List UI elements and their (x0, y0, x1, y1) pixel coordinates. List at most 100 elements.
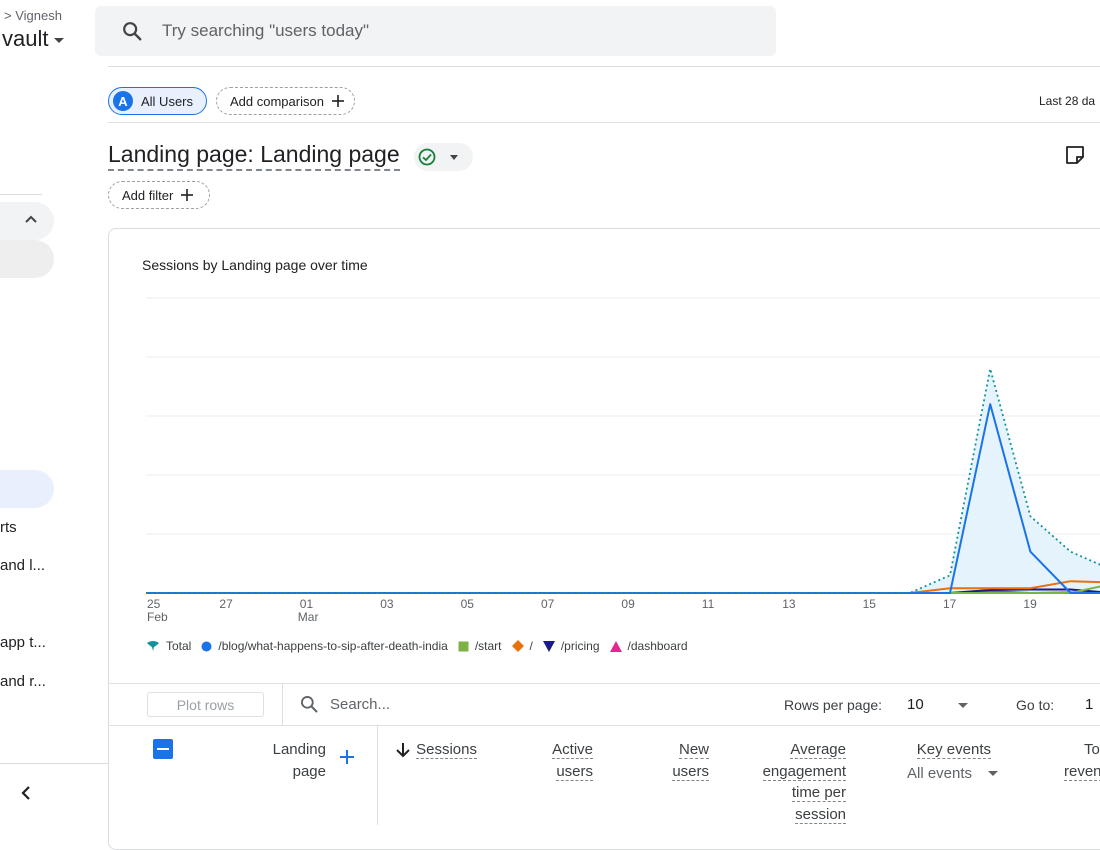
legend-total-marker-icon (147, 641, 159, 651)
sidebar-item-1[interactable]: and l... (0, 557, 45, 574)
nav-divider (0, 763, 108, 764)
add-comparison-label: Add comparison (230, 93, 324, 109)
table-search-placeholder: Search... (330, 695, 391, 713)
goto-page-input[interactable]: 1 (1085, 696, 1093, 713)
column-header-sessions[interactable]: Sessions (416, 739, 477, 761)
nav-collapse-item[interactable] (0, 202, 54, 240)
sidebar-item-0[interactable]: rts (0, 519, 17, 536)
segment-avatar: A (113, 91, 133, 111)
legend-item-pricing[interactable]: /pricing (542, 639, 600, 653)
legend-item-dashboard[interactable]: /dashboard (609, 639, 688, 653)
key-events-filter[interactable]: All events (907, 765, 972, 782)
nav-divider (0, 194, 42, 195)
column-header-key-events[interactable]: Key events (916, 739, 991, 761)
plot-rows-button[interactable]: Plot rows (147, 692, 264, 717)
plus-icon (181, 189, 194, 201)
header-line: session (795, 805, 846, 824)
column-header-new-users[interactable]: New users (672, 739, 709, 782)
column-header-landing-page[interactable]: Landing page (273, 739, 326, 782)
x-tick-label: 17 (943, 597, 957, 611)
header-line: page (292, 762, 326, 780)
x-tick-label: 25 (147, 597, 161, 611)
column-header-total-revenue[interactable]: To reven (1064, 739, 1100, 782)
note-icon[interactable] (1064, 144, 1086, 166)
header-line: Average (790, 741, 846, 759)
report-status-dropdown[interactable] (414, 143, 473, 171)
x-tick-label: 19 (1023, 597, 1037, 611)
column-header-active-users[interactable]: Active users (552, 739, 593, 782)
segment-label: All Users (141, 93, 194, 109)
column-header-avg-engagement[interactable]: Average engagement time per session (762, 739, 846, 825)
chevron-up-icon (25, 215, 37, 223)
goto-label: Go to: (1016, 697, 1055, 713)
caret-down-icon[interactable] (988, 771, 998, 776)
add-dimension-icon[interactable] (339, 749, 355, 765)
property-name: vault (2, 26, 49, 51)
legend-square-marker-icon (458, 641, 469, 651)
header-line: reven (1064, 762, 1100, 781)
nav-item-active[interactable] (0, 470, 54, 508)
header-line: New (678, 741, 709, 759)
x-tick-label: 05 (461, 597, 475, 611)
legend-label: /blog/what-happens-to-sip-after-death-in… (218, 639, 448, 653)
legend-label: /dashboard (627, 639, 688, 653)
divider (282, 684, 283, 726)
legend-diamond-marker-icon (511, 640, 524, 652)
divider (377, 726, 378, 825)
collapse-nav-icon[interactable] (20, 785, 32, 801)
x-tick-label: 01 (300, 597, 314, 611)
page-title[interactable]: Landing page: Landing page (108, 141, 400, 171)
add-filter-button[interactable]: Add filter (108, 181, 210, 209)
divider (108, 683, 1100, 684)
chevron-right-icon: > (4, 8, 12, 23)
legend-item-blog[interactable]: /blog/what-happens-to-sip-after-death-in… (201, 639, 448, 653)
legend-triangle-up-marker-icon (609, 640, 622, 652)
select-all-checkbox[interactable] (153, 739, 173, 759)
x-tick-label: 07 (541, 597, 555, 611)
search-icon (301, 696, 318, 713)
sort-descending-icon[interactable] (395, 742, 411, 758)
sidebar-item-2[interactable]: app t... (0, 634, 46, 651)
property-selector[interactable]: vault (2, 26, 65, 52)
x-tick-label: 09 (621, 597, 635, 611)
add-comparison-button[interactable]: Add comparison (216, 87, 355, 115)
rows-per-page-select[interactable]: 10 (907, 696, 924, 713)
breadcrumb[interactable]: > Vignesh (4, 8, 62, 23)
header-line: users (556, 762, 593, 781)
x-tick-label: 27 (219, 597, 233, 611)
header-line: To (1084, 741, 1100, 758)
header-line: Landing (272, 741, 326, 758)
sidebar-item-3[interactable]: and r... (0, 673, 46, 690)
header-line: Sessions (416, 741, 477, 759)
caret-down-icon (450, 155, 458, 160)
legend-item-root[interactable]: / (511, 639, 533, 653)
nav-item-selected[interactable] (0, 240, 54, 278)
header-line: Key events (916, 741, 991, 759)
x-tick-month: Feb (147, 610, 168, 624)
x-tick-label: 03 (380, 597, 394, 611)
search-icon (123, 22, 142, 41)
table-search-input[interactable]: Search... (299, 694, 390, 714)
divider (108, 122, 1100, 123)
search-bar[interactable]: Try searching "users today" (95, 6, 776, 56)
chart-legend: Total /blog/what-happens-to-sip-after-de… (146, 639, 698, 653)
segment-chip-all-users[interactable]: A All Users (108, 87, 207, 115)
header-line: time per (791, 784, 846, 802)
legend-triangle-down-marker-icon (542, 640, 555, 652)
divider (108, 725, 1100, 726)
header-line: users (672, 762, 709, 781)
legend-label: /start (474, 639, 502, 653)
rows-per-page-label: Rows per page: (784, 697, 883, 713)
header-line: Active (552, 741, 593, 759)
series-line-1 (146, 403, 1100, 594)
header-line: engagement (762, 762, 846, 781)
x-tick-month: Mar (298, 610, 319, 624)
line-chart[interactable]: 25Feb 27 01Mar 03 05 07 09 11 13 15 17 19 (140, 290, 1100, 630)
breadcrumb-account: Vignesh (15, 8, 62, 23)
add-filter-label: Add filter (122, 187, 174, 203)
chart-title: Sessions by Landing page over time (142, 257, 368, 273)
caret-down-icon[interactable] (958, 703, 968, 708)
legend-item-total[interactable]: Total (146, 639, 191, 653)
legend-item-start[interactable]: /start (458, 639, 502, 653)
date-range[interactable]: Last 28 da (1039, 94, 1095, 108)
